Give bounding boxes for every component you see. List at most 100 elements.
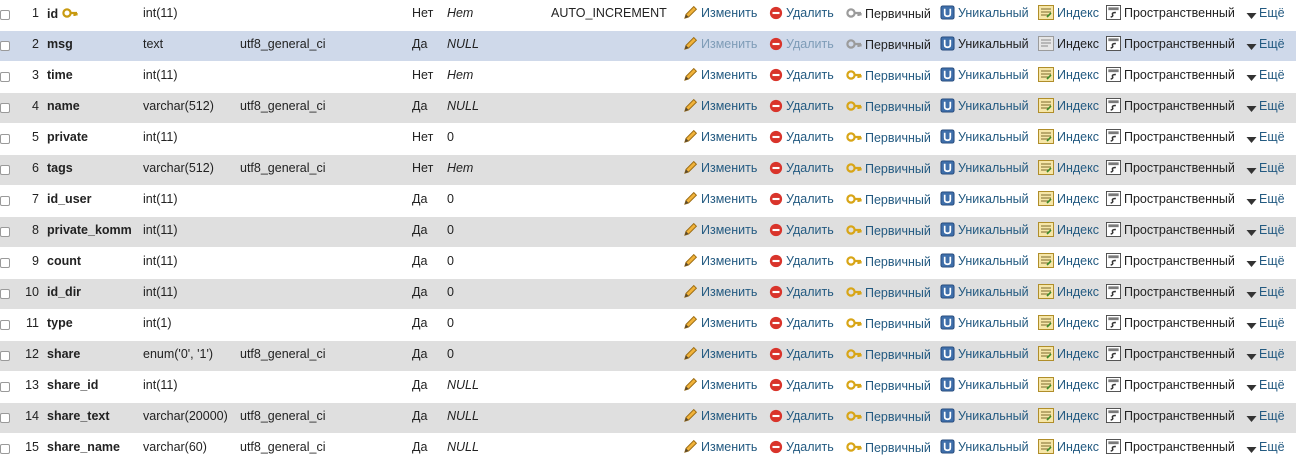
spatial-button[interactable]: Пространственный [1106,36,1235,52]
edit-button[interactable]: Изменить [683,408,757,424]
row-checkbox[interactable] [0,258,10,268]
edit-button[interactable]: Изменить [683,5,757,21]
edit-button[interactable]: Изменить [683,222,757,238]
delete-button[interactable]: Удалить [769,222,834,238]
index-button[interactable]: Индекс [1038,36,1099,52]
unique-button[interactable]: Уникальный [940,222,1029,238]
primary-button[interactable]: Первичный [846,98,931,115]
unique-button[interactable]: Уникальный [940,315,1029,331]
more-dropdown[interactable]: Ещё [1246,346,1285,362]
index-button[interactable]: Индекс [1038,129,1099,145]
delete-button[interactable]: Удалить [769,129,834,145]
edit-button[interactable]: Изменить [683,284,757,300]
row-checkbox[interactable] [0,444,10,454]
unique-button[interactable]: Уникальный [940,284,1029,300]
delete-button[interactable]: Удалить [769,377,834,393]
spatial-button[interactable]: Пространственный [1106,284,1235,300]
edit-button[interactable]: Изменить [683,191,757,207]
index-button[interactable]: Индекс [1038,160,1099,176]
row-checkbox[interactable] [0,134,10,144]
more-dropdown[interactable]: Ещё [1246,67,1285,83]
row-checkbox[interactable] [0,196,10,206]
delete-button[interactable]: Удалить [769,315,834,331]
spatial-button[interactable]: Пространственный [1106,253,1235,269]
edit-button[interactable]: Изменить [683,346,757,362]
delete-button[interactable]: Удалить [769,98,834,114]
spatial-button[interactable]: Пространственный [1106,408,1235,424]
primary-button[interactable]: Первичный [846,191,931,208]
spatial-button[interactable]: Пространственный [1106,129,1235,145]
primary-button[interactable]: Первичный [846,315,931,332]
more-dropdown[interactable]: Ещё [1246,5,1285,21]
spatial-button[interactable]: Пространственный [1106,98,1235,114]
row-checkbox[interactable] [0,413,10,423]
more-dropdown[interactable]: Ещё [1246,160,1285,176]
row-checkbox[interactable] [0,103,10,113]
more-dropdown[interactable]: Ещё [1246,191,1285,207]
index-button[interactable]: Индекс [1038,5,1099,21]
edit-button[interactable]: Изменить [683,439,757,455]
edit-button[interactable]: Изменить [683,160,757,176]
primary-button[interactable]: Первичный [846,5,931,22]
more-dropdown[interactable]: Ещё [1246,284,1285,300]
row-checkbox[interactable] [0,227,10,237]
row-checkbox[interactable] [0,289,10,299]
edit-button[interactable]: Изменить [683,129,757,145]
edit-button[interactable]: Изменить [683,377,757,393]
unique-button[interactable]: Уникальный [940,346,1029,362]
delete-button[interactable]: Удалить [769,408,834,424]
row-checkbox[interactable] [0,165,10,175]
edit-button[interactable]: Изменить [683,67,757,83]
more-dropdown[interactable]: Ещё [1246,315,1285,331]
unique-button[interactable]: Уникальный [940,377,1029,393]
unique-button[interactable]: Уникальный [940,129,1029,145]
delete-button[interactable]: Удалить [769,191,834,207]
row-checkbox[interactable] [0,351,10,361]
spatial-button[interactable]: Пространственный [1106,160,1235,176]
primary-button[interactable]: Первичный [846,253,931,270]
unique-button[interactable]: Уникальный [940,98,1029,114]
index-button[interactable]: Индекс [1038,253,1099,269]
more-dropdown[interactable]: Ещё [1246,98,1285,114]
row-checkbox[interactable] [0,320,10,330]
delete-button[interactable]: Удалить [769,346,834,362]
primary-button[interactable]: Первичный [846,439,931,456]
edit-button[interactable]: Изменить [683,36,757,52]
index-button[interactable]: Индекс [1038,222,1099,238]
spatial-button[interactable]: Пространственный [1106,439,1235,455]
spatial-button[interactable]: Пространственный [1106,315,1235,331]
primary-button[interactable]: Первичный [846,222,931,239]
spatial-button[interactable]: Пространственный [1106,346,1235,362]
delete-button[interactable]: Удалить [769,253,834,269]
spatial-button[interactable]: Пространственный [1106,377,1235,393]
row-checkbox[interactable] [0,382,10,392]
spatial-button[interactable]: Пространственный [1106,67,1235,83]
primary-button[interactable]: Первичный [846,67,931,84]
delete-button[interactable]: Удалить [769,439,834,455]
primary-button[interactable]: Первичный [846,346,931,363]
unique-button[interactable]: Уникальный [940,439,1029,455]
primary-button[interactable]: Первичный [846,36,931,53]
edit-button[interactable]: Изменить [683,98,757,114]
index-button[interactable]: Индекс [1038,439,1099,455]
delete-button[interactable]: Удалить [769,160,834,176]
more-dropdown[interactable]: Ещё [1246,253,1285,269]
more-dropdown[interactable]: Ещё [1246,36,1285,52]
unique-button[interactable]: Уникальный [940,5,1029,21]
primary-button[interactable]: Первичный [846,408,931,425]
unique-button[interactable]: Уникальный [940,253,1029,269]
more-dropdown[interactable]: Ещё [1246,222,1285,238]
row-checkbox[interactable] [0,72,10,82]
primary-button[interactable]: Первичный [846,129,931,146]
spatial-button[interactable]: Пространственный [1106,222,1235,238]
index-button[interactable]: Индекс [1038,315,1099,331]
delete-button[interactable]: Удалить [769,5,834,21]
more-dropdown[interactable]: Ещё [1246,129,1285,145]
index-button[interactable]: Индекс [1038,67,1099,83]
row-checkbox[interactable] [0,41,10,51]
spatial-button[interactable]: Пространственный [1106,5,1235,21]
index-button[interactable]: Индекс [1038,377,1099,393]
unique-button[interactable]: Уникальный [940,160,1029,176]
primary-button[interactable]: Первичный [846,284,931,301]
delete-button[interactable]: Удалить [769,284,834,300]
